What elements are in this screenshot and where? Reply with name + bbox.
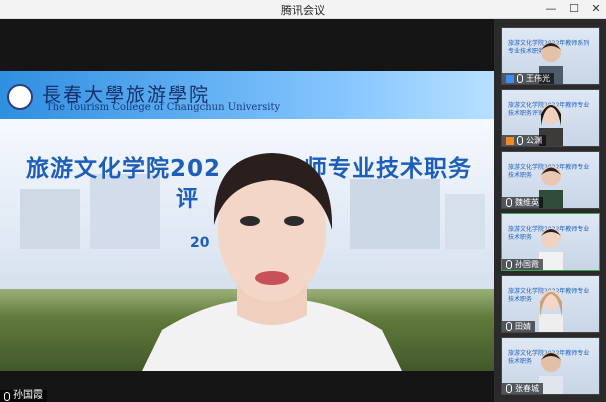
participant-name: 田婧 xyxy=(515,322,531,331)
participant-sidebar[interactable]: 旅游文化学院2022年教师系列专业技术职务 王伟光 旅游文化学院2022年教师专… xyxy=(494,19,606,402)
mic-icon xyxy=(4,391,10,401)
mic-icon xyxy=(506,198,512,207)
mic-icon xyxy=(517,74,523,83)
participant-name: 张春城 xyxy=(515,384,539,393)
participant-label: 公渊 xyxy=(502,135,546,146)
participant-label: 田婧 xyxy=(502,321,535,332)
main-video[interactable]: 長春大學旅游學院 The Tourism College of Changchu… xyxy=(0,19,494,402)
participant-name: 孙国霞 xyxy=(515,260,539,269)
participant-name: 公渊 xyxy=(526,136,542,145)
mic-icon xyxy=(506,260,512,269)
maximize-button[interactable]: ☐ xyxy=(563,1,585,17)
close-button[interactable]: ✕ xyxy=(585,1,606,17)
participant-video xyxy=(539,290,563,332)
window-title: 腾讯会议 xyxy=(281,4,325,17)
college-logo-english: The Tourism College of Changchun Univers… xyxy=(46,102,281,113)
participant-label: 张春城 xyxy=(502,383,543,394)
user-icon xyxy=(506,74,514,83)
participant-tile[interactable]: 旅游文化学院2022年教师专业技术职务 魏维英 xyxy=(501,151,600,209)
speaker-name-tag: 孙国霞 xyxy=(0,390,47,402)
slide-banner: 長春大學旅游學院 The Tourism College of Changchu… xyxy=(0,71,494,119)
participant-tile-active[interactable]: 旅游文化学院2022年教师专业技术职务 孙国霞 xyxy=(501,213,600,271)
participant-tile[interactable]: 旅游文化学院2022年教师系列专业技术职务 王伟光 xyxy=(501,27,600,85)
participant-label: 王伟光 xyxy=(502,73,554,84)
participant-label: 孙国霞 xyxy=(502,259,543,270)
participant-tile[interactable]: 旅游文化学院2022年教师专业技术职务 田婧 xyxy=(501,275,600,333)
host-icon xyxy=(506,136,514,145)
mic-icon xyxy=(506,322,512,331)
mic-icon xyxy=(517,136,523,145)
participant-tile[interactable]: 旅游文化学院2022年教师专业技术职务评审会 公渊 xyxy=(501,89,600,147)
participant-name: 魏维英 xyxy=(515,198,539,207)
speaker-name: 孙国霞 xyxy=(13,390,43,401)
participant-name: 王伟光 xyxy=(526,74,550,83)
speaker-video xyxy=(142,153,402,371)
mic-icon xyxy=(506,384,512,393)
minimize-button[interactable]: — xyxy=(540,1,562,17)
title-bar: 腾讯会议 — ☐ ✕ xyxy=(0,0,606,19)
participant-tile[interactable]: 旅游文化学院2022年教师专业技术职务 张春城 xyxy=(501,337,600,395)
participant-label: 魏维英 xyxy=(502,197,543,208)
college-logo-icon xyxy=(7,84,33,110)
